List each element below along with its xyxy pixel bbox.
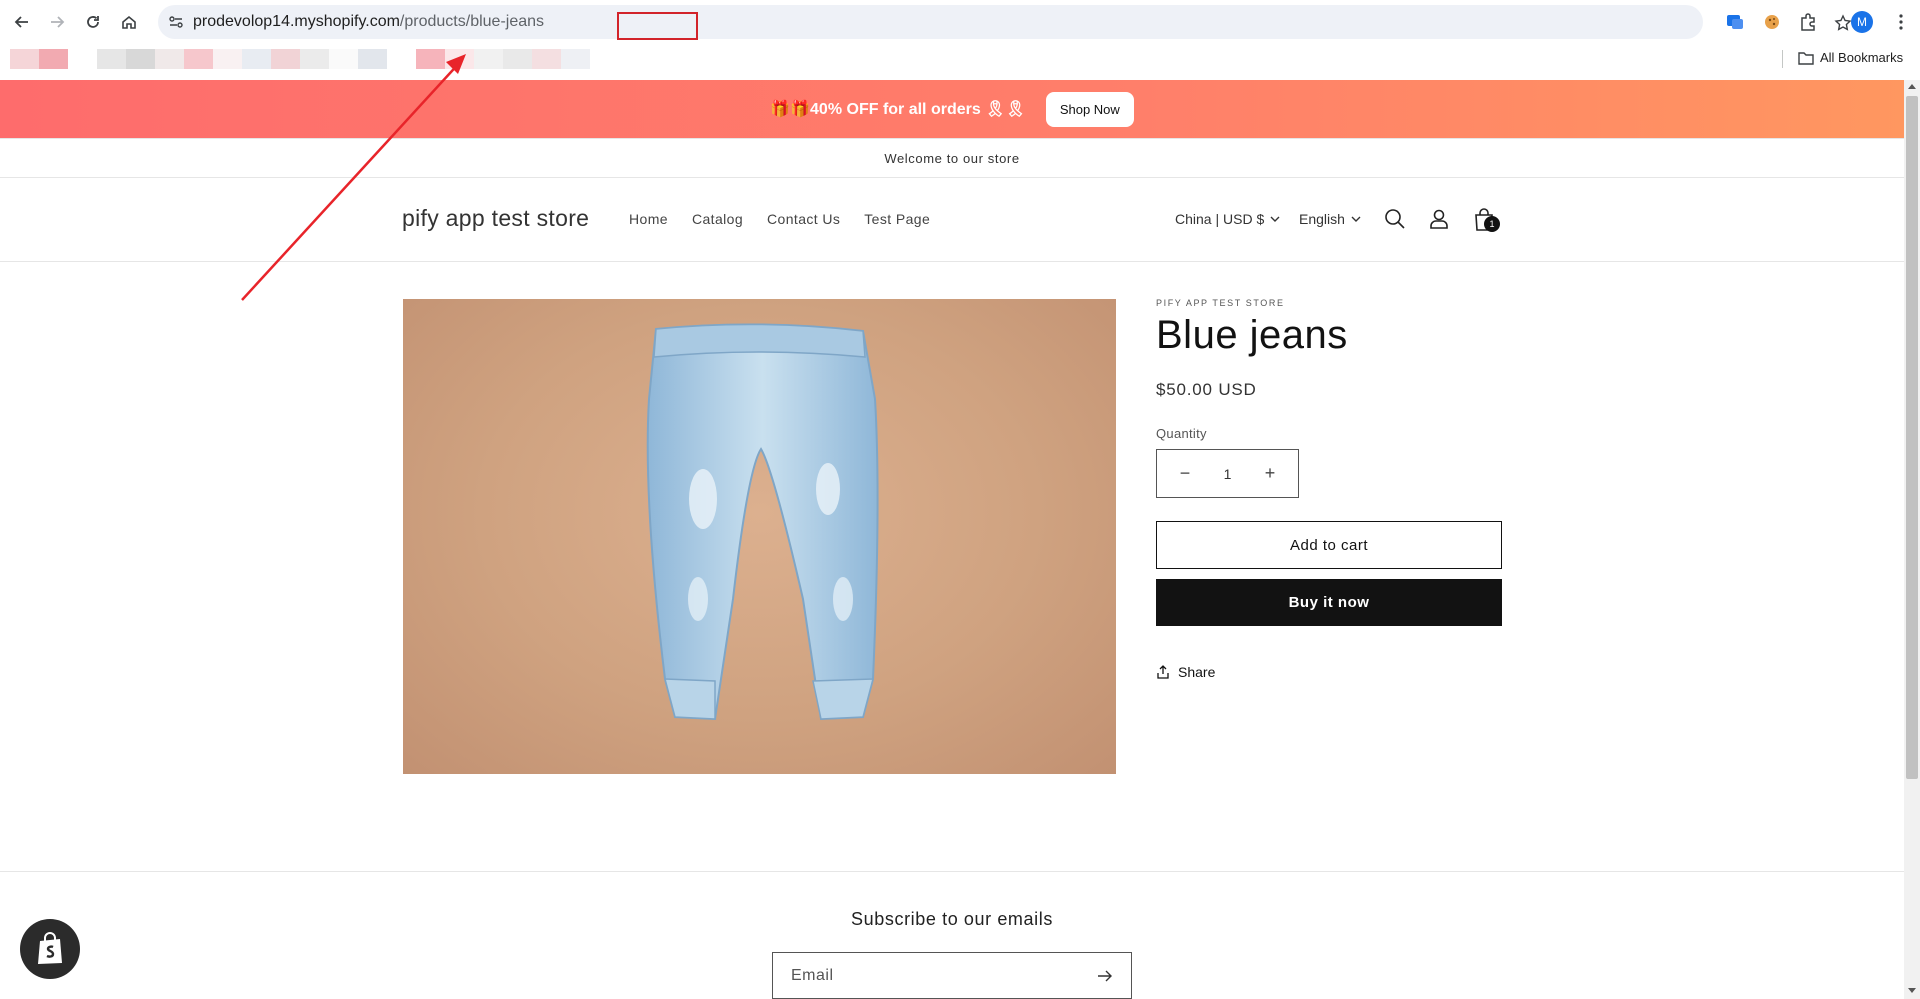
bookmarks-separator (1782, 50, 1783, 68)
all-bookmarks-button[interactable]: All Bookmarks (1798, 50, 1903, 65)
announcement-bar: Welcome to our store (0, 138, 1904, 178)
browser-menu-icon[interactable] (1891, 12, 1911, 32)
site-info-icon[interactable] (168, 14, 184, 30)
quantity-increase-button[interactable]: + (1262, 463, 1278, 484)
language-selector[interactable]: English (1299, 211, 1361, 227)
quantity-input[interactable]: 1 (1224, 466, 1232, 482)
forward-icon[interactable] (46, 11, 68, 33)
country-label: China | USD $ (1175, 211, 1265, 227)
bookmark-star-icon[interactable] (1834, 14, 1852, 32)
url-domain: prodevolop14.myshopify.com (193, 13, 400, 30)
scroll-down-arrow-icon[interactable] (1908, 988, 1916, 993)
share-icon (1157, 665, 1169, 679)
buy-now-button[interactable]: Buy it now (1156, 579, 1502, 626)
folder-icon (1798, 51, 1814, 65)
url-slug-highlight-box (617, 12, 698, 40)
store-logo[interactable]: pify app test store (402, 205, 589, 232)
scrollbar-thumb[interactable] (1906, 96, 1918, 779)
blurred-bookmarks (10, 49, 590, 69)
share-button[interactable]: Share (1156, 664, 1215, 680)
url-text: prodevolop14.myshopify.com/products/blue… (193, 13, 544, 31)
profile-avatar[interactable]: M (1851, 11, 1873, 33)
store-header: pify app test store Home Catalog Contact… (0, 178, 1904, 262)
quantity-decrease-button[interactable]: − (1177, 463, 1193, 484)
promo-banner: 🎁🎁40% OFF for all orders 🎗🎗 Shop Now (0, 80, 1904, 138)
browser-toolbar: prodevolop14.myshopify.com/products/blue… (0, 0, 1920, 43)
country-selector[interactable]: China | USD $ (1175, 211, 1280, 227)
scroll-up-arrow-icon[interactable] (1908, 84, 1916, 89)
address-bar[interactable]: prodevolop14.myshopify.com/products/blue… (158, 5, 1852, 40)
add-to-cart-button[interactable]: Add to cart (1156, 521, 1502, 569)
product-image[interactable] (403, 299, 1116, 774)
quantity-label: Quantity (1156, 426, 1207, 441)
search-icon[interactable] (1383, 207, 1407, 231)
language-label: English (1299, 211, 1345, 227)
nav-item-test-page[interactable]: Test Page (864, 211, 930, 227)
extensions-puzzle-icon[interactable] (1798, 12, 1818, 32)
url-path: /products/ (399, 13, 471, 30)
all-bookmarks-label: All Bookmarks (1820, 50, 1904, 65)
home-icon[interactable] (118, 11, 140, 33)
chevron-down-icon (1270, 216, 1280, 222)
product-price: $50.00 USD (1156, 380, 1257, 399)
share-label: Share (1178, 664, 1216, 680)
nav-item-home[interactable]: Home (629, 211, 668, 227)
nav-item-contact-us[interactable]: Contact Us (767, 211, 840, 227)
back-icon[interactable] (11, 11, 33, 33)
url-slug: blue-jeans (470, 13, 545, 30)
promo-text: 🎁🎁40% OFF for all orders 🎗🎗 (770, 101, 1026, 118)
cookie-extension-icon[interactable] (1762, 12, 1782, 32)
product-title: Blue jeans (1156, 313, 1348, 357)
reload-icon[interactable] (82, 11, 104, 33)
shopify-bag-icon[interactable] (20, 919, 80, 979)
cart-count-badge: 1 (1484, 216, 1500, 232)
footer-divider (0, 871, 1904, 872)
announcement-text: Welcome to our store (884, 150, 1020, 166)
email-placeholder: Email (791, 966, 834, 984)
nav-item-catalog[interactable]: Catalog (692, 211, 743, 227)
arrow-right-icon[interactable] (1097, 970, 1113, 982)
account-icon[interactable] (1427, 207, 1451, 231)
chevron-down-icon (1351, 216, 1361, 222)
shop-now-button[interactable]: Shop Now (1045, 91, 1134, 127)
jeans-illustration (646, 323, 879, 721)
quantity-stepper: − 1 + (1156, 449, 1299, 498)
product-vendor: PIFY APP TEST STORE (1156, 298, 1285, 308)
subscribe-title: Subscribe to our emails (851, 909, 1053, 929)
email-field[interactable]: Email (772, 952, 1132, 999)
translate-extension-icon[interactable] (1725, 12, 1745, 32)
main-nav: Home Catalog Contact Us Test Page (629, 211, 930, 227)
